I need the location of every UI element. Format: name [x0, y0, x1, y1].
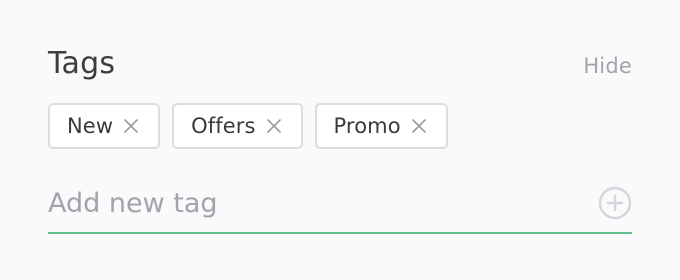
tag-chip-label: New — [67, 114, 114, 138]
tag-chip-label: Promo — [333, 114, 401, 138]
add-tag-row — [48, 177, 632, 234]
tag-list: New Offers Promo — [48, 103, 632, 149]
tag-chip-label: Offers — [191, 114, 256, 138]
tag-chip-offers: Offers — [172, 103, 303, 149]
tag-chip-promo: Promo — [314, 103, 448, 149]
add-tag-input[interactable] — [48, 177, 578, 229]
plus-circle-icon[interactable] — [598, 186, 632, 220]
tags-header: Tags Hide — [48, 46, 632, 86]
tags-panel: Tags Hide New Offers Promo — [48, 46, 632, 234]
close-icon[interactable] — [122, 117, 140, 135]
tags-title: Tags — [48, 46, 116, 81]
hide-link[interactable]: Hide — [583, 54, 632, 78]
tag-chip-new: New — [48, 103, 161, 149]
close-icon[interactable] — [410, 117, 428, 135]
close-icon[interactable] — [265, 117, 283, 135]
